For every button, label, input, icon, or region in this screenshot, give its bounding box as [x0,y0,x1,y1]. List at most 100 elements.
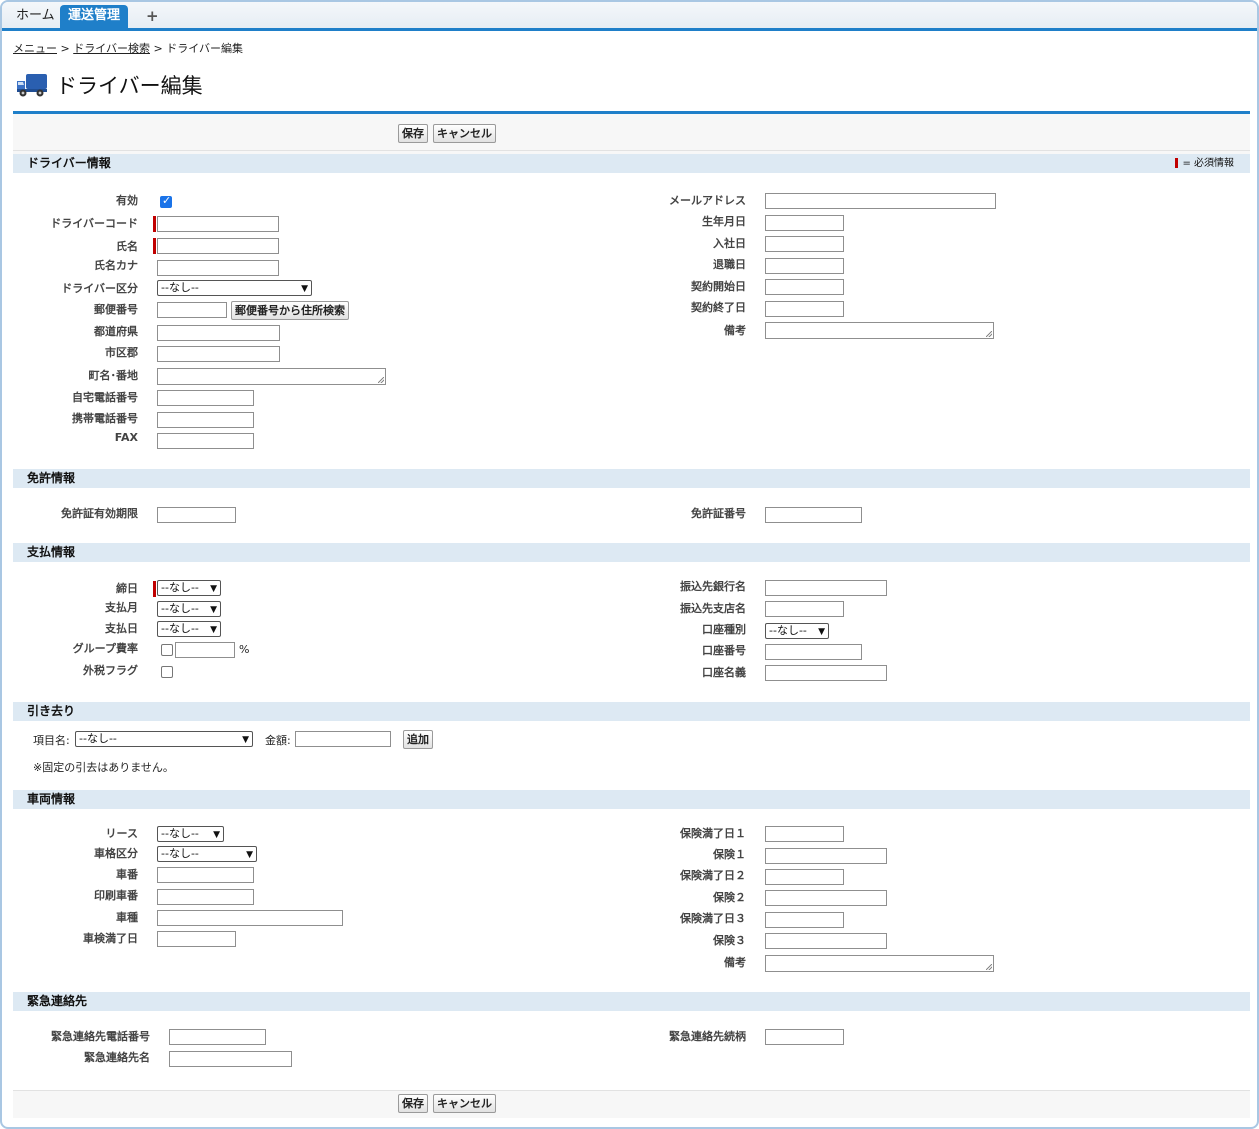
kana-input[interactable] [157,260,279,276]
account-name-input[interactable] [765,665,887,681]
email-input[interactable] [765,193,996,209]
account-type-select[interactable]: --なし-- ▼ [765,623,829,639]
insurance-expiry-1-input[interactable] [765,826,844,842]
inspection-expiry-input[interactable] [157,931,236,947]
label-active: 有効 [116,194,138,207]
emergency-name-input[interactable] [169,1051,292,1067]
label-prefecture: 都道府県 [94,325,138,338]
label-vehicle-note: 備考 [724,956,746,969]
bank-name-input[interactable] [765,580,887,596]
tab-home[interactable]: ホーム [8,5,63,28]
label-home-tel: 自宅電話番号 [72,391,138,404]
emergency-tel-input[interactable] [169,1029,266,1045]
zip-input[interactable] [157,302,227,318]
label-account-type: 口座種別 [702,623,746,636]
label-town: 町名･番地 [88,369,139,382]
required-marker [153,216,156,232]
birthday-input[interactable] [765,215,844,231]
tab-bar: ホーム 運送管理 + [2,2,1257,31]
chevron-down-icon: ▼ [210,584,217,594]
name-input[interactable] [157,238,279,254]
insurance-expiry-3-input[interactable] [765,912,844,928]
license-expiry-input[interactable] [157,507,236,523]
mobile-tel-input[interactable] [157,412,254,428]
label-account-name: 口座名義 [702,666,746,679]
select-value: --なし-- [161,581,199,594]
group-rate-input[interactable] [175,642,235,658]
city-input[interactable] [157,346,280,362]
label-insurance-1: 保険１ [713,848,746,861]
tab-transport-management[interactable]: 運送管理 [60,5,129,28]
breadcrumb-current: ドライバー編集 [166,42,243,55]
vehicle-class-select[interactable]: --なし-- ▼ [157,846,257,862]
branch-name-input[interactable] [765,601,844,617]
label-account-number: 口座番号 [702,644,746,657]
label-insurance-expiry-2: 保険満了日２ [680,869,746,882]
joined-date-input[interactable] [765,236,844,252]
print-vehicle-number-input[interactable] [157,889,254,905]
section-deduction: 引き去り [13,702,1250,721]
select-value: --なし-- [161,281,199,294]
driver-category-select[interactable]: --なし-- ▼ [157,280,312,296]
deduction-item-select[interactable]: --なし-- ▼ [75,731,253,747]
cancel-button[interactable]: キャンセル [433,124,496,143]
save-button-bottom[interactable]: 保存 [398,1094,428,1113]
active-checkbox[interactable] [160,194,172,208]
tax-flag-checkbox[interactable] [161,666,173,678]
section-payment-info: 支払情報 [13,543,1250,562]
fax-input[interactable] [157,433,254,449]
section-title: 支払情報 [27,545,76,559]
label-branch-name: 振込先支店名 [680,602,746,615]
add-tab-button[interactable]: + [138,5,167,28]
chevron-down-icon: ▼ [818,627,825,637]
retired-date-input[interactable] [765,258,844,274]
zip-address-search-button[interactable]: 郵便番号から住所検索 [231,301,349,320]
insurance-expiry-2-input[interactable] [765,869,844,885]
insurance-2-input[interactable] [765,890,887,906]
driver-code-input[interactable] [157,216,279,232]
contract-end-input[interactable] [765,301,844,317]
bottom-button-row: 保存 キャンセル [13,1091,1250,1127]
select-value: --なし-- [161,602,199,615]
section-emergency-contact: 緊急連絡先 [13,992,1250,1011]
deduction-amount-input[interactable] [295,731,391,747]
prefecture-input[interactable] [157,325,280,341]
add-deduction-button[interactable]: 追加 [403,730,433,749]
breadcrumb-separator: > [153,42,163,55]
label-email: メールアドレス [669,194,746,207]
label-mobile-tel: 携帯電話番号 [72,412,138,425]
vehicle-type-input[interactable] [157,910,343,926]
vehicle-number-input[interactable] [157,867,254,883]
town-textarea[interactable] [157,368,386,385]
insurance-3-input[interactable] [765,933,887,949]
insurance-1-input[interactable] [765,848,887,864]
label-tax-flag: 外税フラグ [83,664,138,677]
pay-month-select[interactable]: --なし-- ▼ [157,601,221,617]
lease-select[interactable]: --なし-- ▼ [157,826,224,842]
required-legend-text: = 必須情報 [1182,158,1234,169]
divider [13,150,1250,151]
select-value: --なし-- [161,827,199,840]
contract-start-input[interactable] [765,279,844,295]
note-textarea[interactable] [765,322,994,339]
group-rate-checkbox[interactable] [161,644,173,656]
label-emergency-name: 緊急連絡先名 [84,1051,150,1064]
section-driver-info: ドライバー情報 = 必須情報 [13,154,1250,173]
label-note: 備考 [724,324,746,337]
closing-day-select[interactable]: --なし-- ▼ [157,580,221,596]
breadcrumb-driver-search-link[interactable]: ドライバー検索 [73,42,150,55]
breadcrumb-menu-link[interactable]: メニュー [13,42,57,55]
select-value: --なし-- [161,622,199,635]
label-deduction-item: 項目名: [33,734,70,747]
page-title: ドライバー編集 [16,68,203,102]
edit-form-panel: 保存 キャンセル ドライバー情報 = 必須情報 有効 ドライバーコード 氏名 氏… [13,111,1250,1118]
cancel-button-bottom[interactable]: キャンセル [433,1094,496,1113]
save-button[interactable]: 保存 [398,124,428,143]
license-number-input[interactable] [765,507,862,523]
pay-day-select[interactable]: --なし-- ▼ [157,621,221,637]
home-tel-input[interactable] [157,390,254,406]
account-number-input[interactable] [765,644,862,660]
top-button-row: 保存 キャンセル [13,114,1250,150]
vehicle-note-textarea[interactable] [765,955,994,972]
emergency-relation-input[interactable] [765,1029,844,1045]
